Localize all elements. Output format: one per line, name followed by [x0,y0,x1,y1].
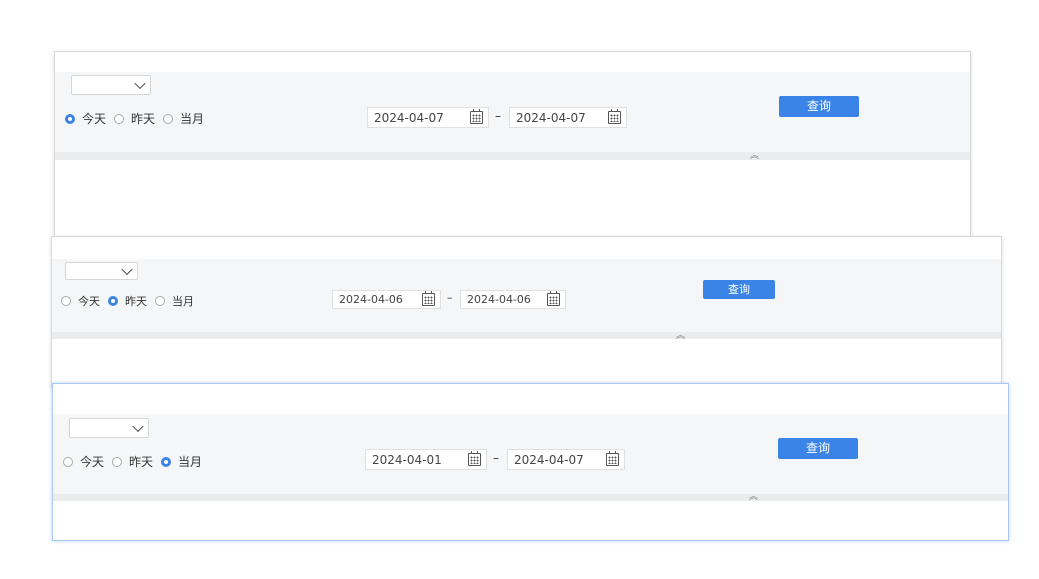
end-date-input[interactable]: 2024-04-07 [507,449,625,470]
quick-date-radio-group: 今天 昨天 当月 [65,110,212,127]
radio-label: 当月 [172,295,194,308]
radio-month[interactable]: 当月 [163,110,204,127]
filter-panel-yesterday: 今天 昨天 当月 2024-04-06 – 2024-04-06 查询 ︽ [51,236,1002,388]
end-date-input[interactable]: 2024-04-07 [509,107,627,128]
radio-yesterday[interactable]: 昨天 [112,453,153,470]
calendar-icon[interactable] [422,291,435,306]
radio-label: 今天 [82,112,107,126]
radio-button-checked [108,296,118,306]
radio-month[interactable]: 当月 [161,453,202,470]
query-button[interactable]: 查询 [703,280,775,299]
radio-label: 昨天 [131,112,156,126]
range-separator: – [493,451,499,465]
radio-label: 当月 [178,455,203,469]
radio-button [112,456,123,467]
filter-bar: 今天 昨天 当月 2024-04-01 – 2024-04-07 查询 [53,414,1008,494]
radio-button [63,456,73,467]
radio-button-checked [65,113,75,124]
chevron-down-icon [121,263,133,276]
query-button[interactable]: 查询 [779,96,859,117]
start-date-input[interactable]: 2024-04-06 [332,290,441,309]
type-select[interactable] [71,75,151,95]
radio-today[interactable]: 今天 [65,110,106,127]
collapse-up-icon[interactable]: ︽ [676,332,685,341]
radio-label: 昨天 [125,295,147,308]
radio-button [61,296,71,306]
radio-button [163,113,174,124]
calendar-icon[interactable] [468,451,481,466]
start-date-value: 2024-04-07 [374,111,444,125]
range-separator: – [495,109,501,123]
filter-bar: 今天 昨天 当月 2024-04-06 – 2024-04-06 查询 [52,259,1001,332]
start-date-value: 2024-04-01 [372,453,442,467]
collapse-up-icon[interactable]: ︽ [749,493,758,502]
end-date-input[interactable]: 2024-04-06 [460,290,566,309]
collapse-strip: ︽ [53,493,1008,502]
chevron-down-icon [132,420,144,433]
quick-date-radio-group: 今天 昨天 当月 [63,453,210,470]
chevron-down-icon [134,77,146,90]
start-date-input[interactable]: 2024-04-07 [367,107,489,128]
end-date-value: 2024-04-06 [467,293,531,306]
collapse-up-icon[interactable]: ︽ [750,152,759,161]
quick-date-radio-group: 今天 昨天 当月 [61,293,202,309]
collapse-strip: ︽ [55,152,970,161]
type-select[interactable] [69,418,149,438]
query-button[interactable]: 查询 [778,438,858,459]
radio-button [114,113,125,124]
start-date-value: 2024-04-06 [339,293,403,306]
filter-panel-today: 今天 昨天 当月 2024-04-07 – 2024-04-07 查询 ︽ [54,51,971,241]
calendar-icon[interactable] [470,109,483,124]
end-date-value: 2024-04-07 [514,453,584,467]
radio-yesterday[interactable]: 昨天 [108,293,147,309]
radio-label: 当月 [180,112,205,126]
radio-label: 昨天 [129,455,154,469]
type-select[interactable] [65,262,138,280]
radio-today[interactable]: 今天 [61,293,100,309]
calendar-icon[interactable] [608,109,621,124]
radio-label: 今天 [80,455,105,469]
end-date-value: 2024-04-07 [516,111,586,125]
radio-month[interactable]: 当月 [155,293,194,309]
collapse-strip: ︽ [52,332,1001,341]
radio-button [155,296,165,306]
calendar-icon[interactable] [547,291,560,306]
radio-yesterday[interactable]: 昨天 [114,110,155,127]
radio-today[interactable]: 今天 [63,453,104,470]
filter-bar: 今天 昨天 当月 2024-04-07 – 2024-04-07 查询 [55,72,970,152]
radio-label: 今天 [78,295,100,308]
range-separator: – [447,291,453,304]
filter-panel-month: 今天 昨天 当月 2024-04-01 – 2024-04-07 查询 ︽ [52,383,1009,541]
start-date-input[interactable]: 2024-04-01 [365,449,487,470]
radio-button-checked [161,456,172,467]
calendar-icon[interactable] [606,451,619,466]
